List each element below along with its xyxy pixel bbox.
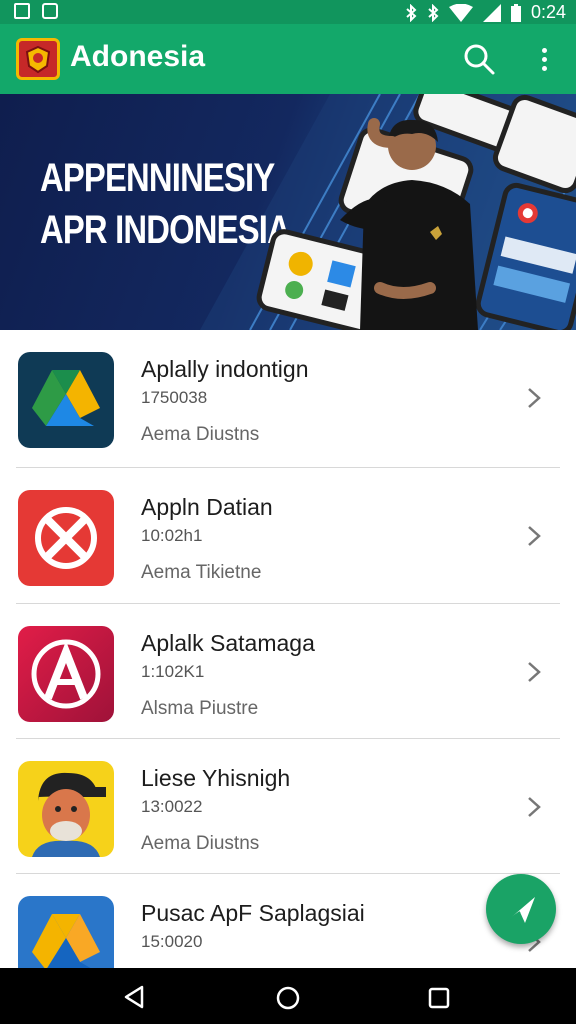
- send-plane-icon: [506, 897, 535, 923]
- list-item[interactable]: Aplally indontign 1750038 Aema Diustns: [0, 330, 576, 464]
- chevron-right-icon: [528, 662, 541, 682]
- red-a-logo-icon: [18, 626, 114, 722]
- list-item[interactable]: Appln Datian 10:02h1 Aema Tikietne: [0, 468, 576, 602]
- gallery-icon: [14, 3, 30, 19]
- bluetooth-icon: [428, 3, 439, 22]
- person-illustration: [340, 118, 478, 330]
- app-title: Adonesia: [70, 40, 206, 73]
- home-icon[interactable]: [275, 985, 301, 1011]
- battery-icon: [510, 3, 521, 22]
- app-list: Aplally indontign 1750038 Aema Diustns A…: [0, 330, 576, 968]
- more-vert-icon[interactable]: [532, 42, 556, 76]
- drive-triangle-icon: [18, 352, 114, 448]
- status-bar: 0:24: [0, 0, 576, 24]
- send-fab-button[interactable]: [486, 874, 556, 944]
- bluetooth-icon: [406, 3, 417, 22]
- app-number: 13:0022: [141, 797, 203, 816]
- app-title: Liese Yhisnigh: [141, 765, 291, 791]
- chevron-right-icon: [528, 797, 541, 817]
- list-item[interactable]: Aplalk Satamaga 1:102K1 Alsma Piustre: [0, 604, 576, 738]
- app-number: 1:102K1: [141, 662, 205, 681]
- banner-subheadline: APR INDONESIA: [40, 208, 291, 252]
- chevron-right-icon: [528, 388, 541, 408]
- drive-triangle-icon: [18, 896, 114, 968]
- chevron-right-icon: [528, 526, 541, 546]
- app-number: 10:02h1: [141, 526, 203, 545]
- back-icon[interactable]: [122, 984, 146, 1010]
- app-title: Aplalk Satamaga: [141, 630, 315, 656]
- red-cross-circle-icon: [18, 490, 114, 586]
- app-title: Aplally indontign: [141, 356, 309, 382]
- camera-icon: [42, 3, 58, 19]
- app-subtitle: Aema Diustns: [141, 424, 260, 445]
- banner-headline: APPENNINESIY: [40, 156, 275, 200]
- search-icon[interactable]: [462, 42, 496, 76]
- app-subtitle: Alsma Piustre: [141, 698, 259, 719]
- status-time: 0:24: [530, 2, 566, 22]
- app-title: Appln Datian: [141, 494, 273, 520]
- promo-banner[interactable]: APPENNINESIY APR INDONESIA: [0, 94, 576, 330]
- app-title: Pusac ApF Saplagsiai: [141, 900, 365, 926]
- wifi-icon: [448, 3, 473, 22]
- list-item[interactable]: Liese Yhisnigh 13:0022 Aema Diustns: [0, 739, 576, 873]
- app-subtitle: Aema Tikietne: [141, 562, 262, 583]
- app-number: 15:0020: [141, 932, 203, 951]
- no-sim-icon: [482, 3, 501, 22]
- crest-logo-icon: [16, 38, 60, 80]
- recents-icon[interactable]: [428, 987, 450, 1009]
- app-subtitle: Aema Diustns: [141, 833, 260, 854]
- app-bar: Adonesia: [0, 24, 576, 94]
- cartoon-man-icon: [18, 761, 114, 857]
- app-number: 1750038: [141, 388, 208, 407]
- system-nav-bar: [0, 968, 576, 1024]
